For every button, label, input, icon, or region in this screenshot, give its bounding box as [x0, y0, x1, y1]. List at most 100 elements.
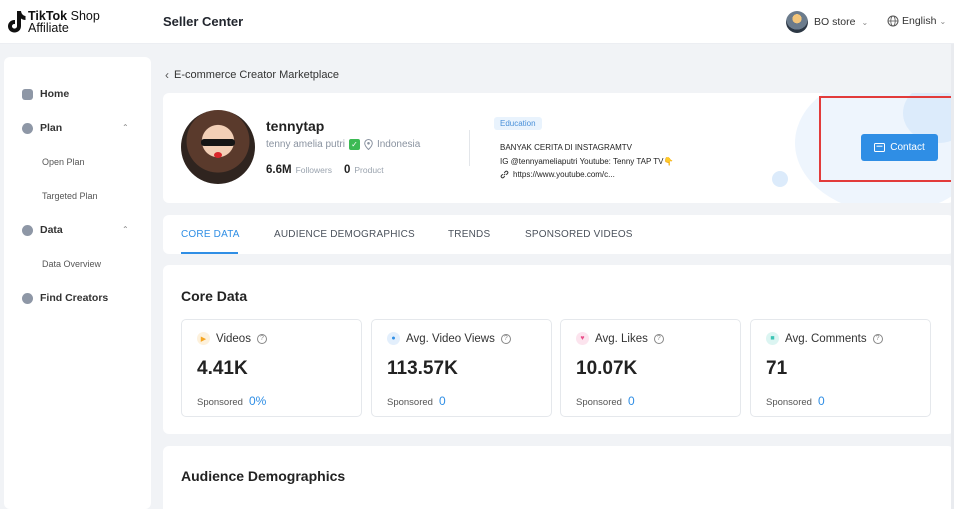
store-avatar	[786, 11, 808, 33]
sponsored-label: Sponsored	[766, 397, 812, 408]
creator-stats: 6.6M Followers 0 Product	[266, 164, 392, 176]
breadcrumb-label: E-commerce Creator Marketplace	[174, 69, 340, 81]
metric-sponsored: Sponsored 0	[766, 394, 825, 408]
metric-header: ▶ Videos ?	[197, 332, 267, 345]
sponsored-value: 0	[438, 394, 446, 408]
link-icon	[500, 170, 509, 179]
find-creators-icon	[22, 292, 33, 304]
metric-card-avg-comments: ■ Avg. Comments ? 71 Sponsored 0	[750, 319, 931, 417]
category-tag: Education	[494, 117, 542, 130]
sponsored-value: 0	[817, 394, 825, 408]
metric-card-avg-likes: ♥ Avg. Likes ? 10.07K Sponsored 0	[560, 319, 741, 417]
sidebar-item-data[interactable]: Data	[22, 224, 63, 236]
active-tab-indicator	[181, 252, 238, 254]
location-pin-icon	[364, 139, 373, 150]
creator-avatar[interactable]	[181, 110, 255, 184]
metric-label: Avg. Comments	[785, 332, 867, 345]
chevron-left-icon: ‹	[165, 68, 169, 82]
language-switcher[interactable]: English ⌄	[887, 15, 946, 27]
metric-sponsored: Sponsored 0	[576, 394, 635, 408]
bio-line: IG @tennyameliaputri Youtube: Tenny TAP …	[500, 156, 674, 166]
sidebar-item-label: Plan	[40, 122, 63, 134]
app-title: Seller Center	[163, 14, 244, 29]
creator-bio: BANYAK CERITA DI INSTAGRAMTV IG @tennyam…	[500, 141, 673, 182]
chevron-up-icon[interactable]: ⌃	[122, 225, 129, 234]
eye-icon: ●	[387, 332, 400, 345]
bio-line: BANYAK CERITA DI INSTAGRAMTV	[500, 143, 633, 152]
sidebar-item-data-overview[interactable]: Data Overview	[42, 259, 101, 269]
home-icon	[22, 88, 33, 100]
highlight-box	[819, 96, 954, 182]
sponsored-label: Sponsored	[576, 397, 622, 408]
store-switcher[interactable]: BO store ⌄	[786, 11, 868, 33]
metric-value: 71	[766, 358, 788, 379]
sidebar-item-label: Data	[40, 224, 63, 236]
sponsored-label: Sponsored	[387, 397, 433, 408]
tiktok-logo-icon	[8, 11, 26, 33]
language-label: English	[902, 15, 937, 27]
followers-label: Followers	[295, 165, 332, 175]
metric-value: 4.41K	[197, 358, 248, 379]
tiktok-shop-affiliate-logo[interactable]: TikTok Shop Affiliate	[6, 8, 116, 36]
metric-header: ● Avg. Video Views ?	[387, 332, 511, 345]
tab-bar: CORE DATA AUDIENCE DEMOGRAPHICS TRENDS S…	[163, 215, 954, 254]
tab-trends[interactable]: TRENDS	[448, 229, 490, 240]
verified-check-icon: ✓	[348, 139, 360, 150]
data-icon	[22, 224, 33, 236]
creator-location: Indonesia	[376, 139, 421, 150]
top-bar: TikTok Shop Affiliate Seller Center BO s…	[0, 0, 954, 44]
play-icon: ▶	[197, 332, 210, 345]
core-data-section: Core Data ▶ Videos ? 4.41K Sponsored 0% …	[163, 265, 954, 434]
help-icon[interactable]: ?	[500, 333, 511, 344]
tab-sponsored-videos[interactable]: SPONSORED VIDEOS	[525, 229, 633, 240]
metric-card-videos: ▶ Videos ? 4.41K Sponsored 0%	[181, 319, 362, 417]
tab-audience-demographics[interactable]: AUDIENCE DEMOGRAPHICS	[274, 229, 415, 240]
chevron-down-icon: ⌄	[861, 17, 869, 27]
metric-label: Avg. Likes	[595, 332, 648, 345]
chevron-up-icon[interactable]: ⌃	[122, 123, 129, 132]
breadcrumb[interactable]: ‹ E-commerce Creator Marketplace	[165, 68, 339, 82]
sponsored-value: 0%	[248, 394, 267, 408]
section-title: Core Data	[181, 288, 248, 304]
decorative-background	[772, 171, 788, 187]
sponsored-label: Sponsored	[197, 397, 243, 408]
metric-header: ♥ Avg. Likes ?	[576, 332, 664, 345]
comment-icon: ■	[766, 332, 779, 345]
heart-icon: ♥	[576, 332, 589, 345]
metric-label: Videos	[216, 332, 251, 345]
creator-username: tennytap	[266, 118, 325, 134]
product-count: 0	[343, 164, 351, 176]
metric-value: 113.57K	[387, 358, 458, 379]
plan-icon	[22, 122, 33, 134]
help-icon[interactable]: ?	[256, 333, 267, 344]
audience-demographics-section: Audience Demographics	[163, 446, 954, 509]
sidebar: Home Plan ⌃ Open Plan Targeted Plan Data…	[4, 57, 151, 509]
help-icon[interactable]: ?	[653, 333, 664, 344]
help-icon[interactable]: ?	[872, 333, 883, 344]
sidebar-item-label: Home	[40, 88, 70, 100]
sidebar-item-home[interactable]: Home	[22, 88, 69, 100]
creator-subtitle: tenny amelia putri ✓ Indonesia	[266, 139, 420, 150]
sidebar-item-targeted-plan[interactable]: Targeted Plan	[42, 191, 98, 201]
sidebar-item-find-creators[interactable]: Find Creators	[22, 292, 108, 304]
followers-count: 6.6M	[266, 164, 292, 176]
metric-sponsored: Sponsored 0%	[197, 394, 266, 408]
metric-label: Avg. Video Views	[406, 332, 495, 345]
metric-value: 10.07K	[576, 358, 638, 379]
sidebar-item-label: Find Creators	[40, 292, 109, 304]
sponsored-value: 0	[627, 394, 635, 408]
brand-line2: Affiliate	[28, 21, 69, 35]
product-label: Product	[354, 165, 384, 175]
bio-link[interactable]: https://www.youtube.com/c...	[500, 168, 673, 182]
section-title: Audience Demographics	[181, 468, 346, 484]
tab-core-data[interactable]: CORE DATA	[181, 229, 240, 240]
chevron-down-icon: ⌄	[939, 16, 947, 26]
metric-sponsored: Sponsored 0	[387, 394, 446, 408]
metric-header: ■ Avg. Comments ?	[766, 332, 883, 345]
globe-icon	[887, 15, 899, 27]
sidebar-item-open-plan[interactable]: Open Plan	[42, 157, 85, 167]
metric-card-avg-video-views: ● Avg. Video Views ? 113.57K Sponsored 0	[371, 319, 552, 417]
creator-full-name: tenny amelia putri	[266, 139, 345, 150]
bio-link-text: https://www.youtube.com/c...	[513, 170, 615, 179]
sidebar-item-plan[interactable]: Plan	[22, 122, 62, 134]
